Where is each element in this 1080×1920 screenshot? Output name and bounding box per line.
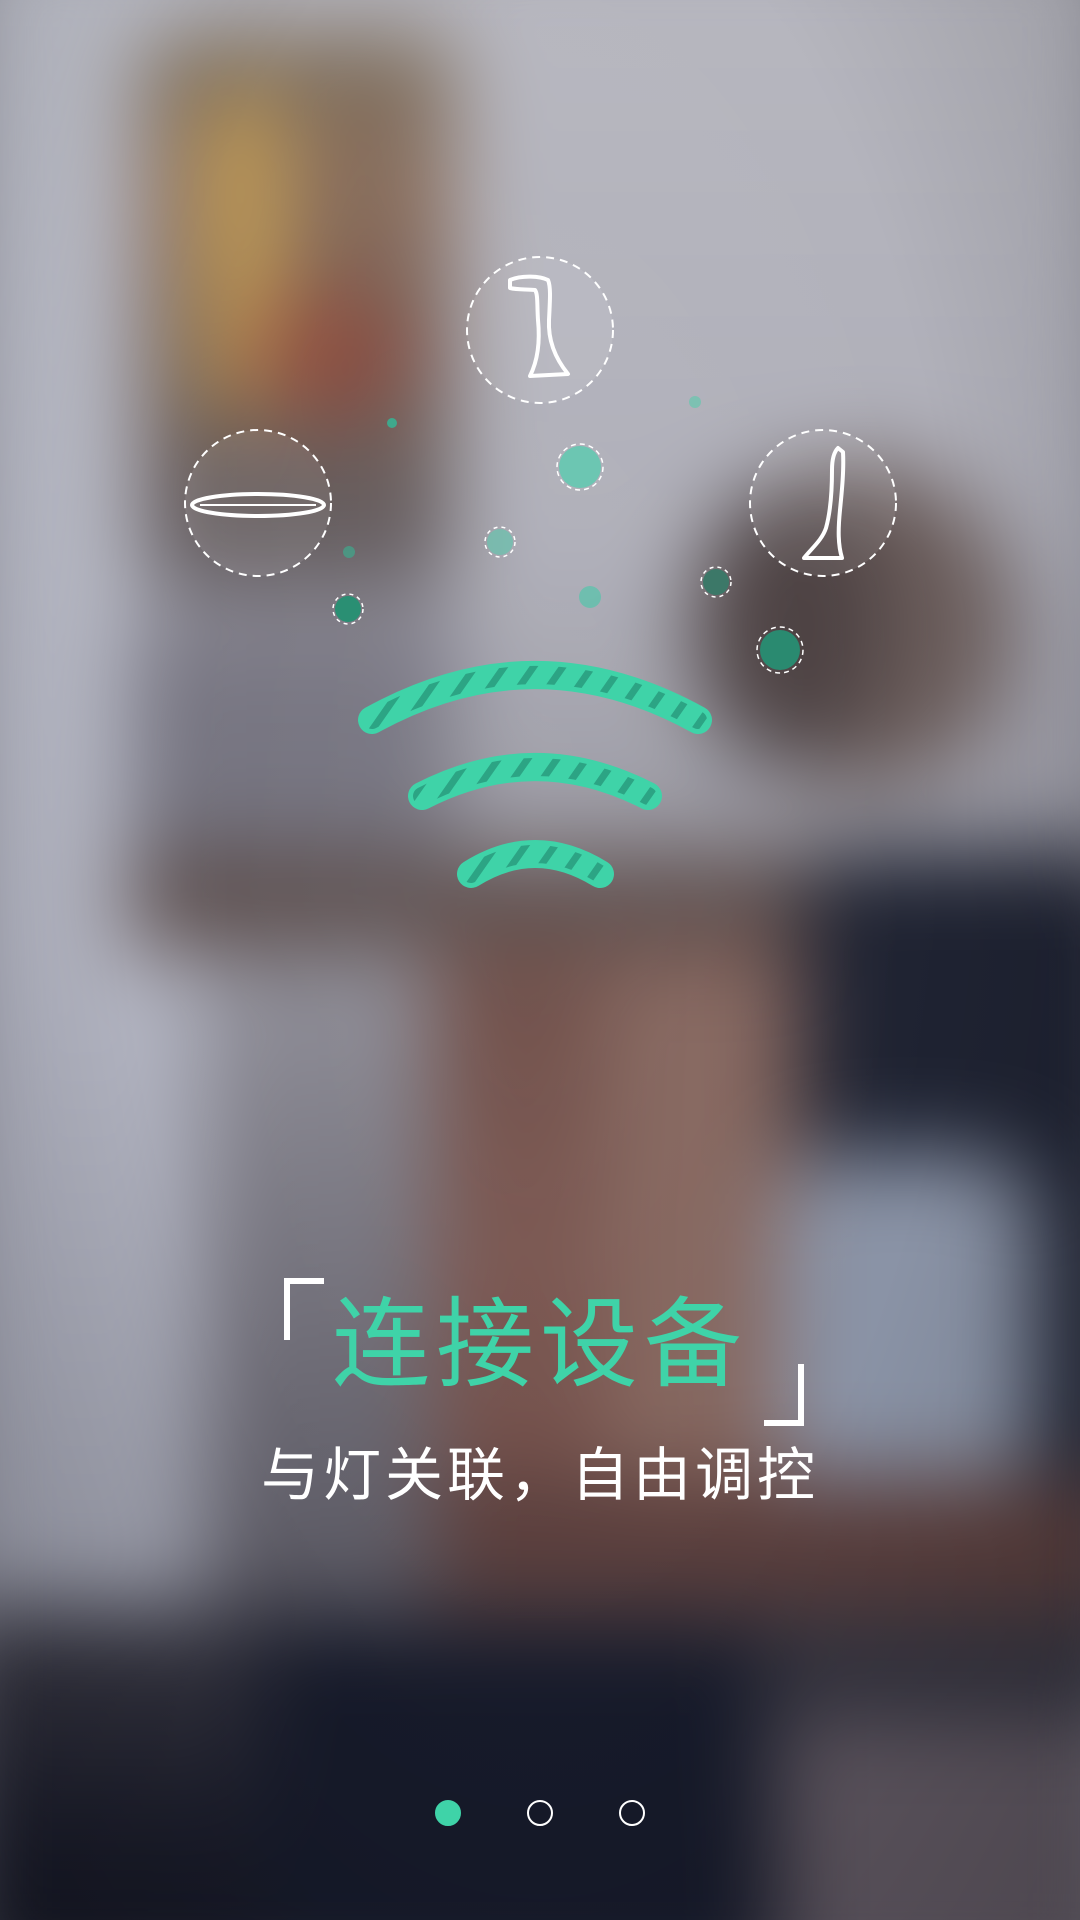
floating-particles <box>332 396 804 674</box>
page-title: 连接设备 <box>331 1288 748 1402</box>
page-dot-2[interactable] <box>527 1800 553 1826</box>
page-indicator <box>0 1800 1080 1830</box>
wifi-signal-icon <box>358 661 712 888</box>
ceiling-light-icon <box>184 429 332 577</box>
floor-lamp-icon <box>749 429 897 577</box>
onboarding-text-block: 连接设备 与灯关联，自由调控 <box>0 1260 1080 1520</box>
onboarding-screen: 连接设备 与灯关联，自由调控 <box>0 0 1080 1920</box>
desk-lamp-icon <box>466 256 614 404</box>
corner-bracket-close <box>764 1364 804 1426</box>
page-dot-1[interactable] <box>435 1800 461 1826</box>
connect-devices-illustration <box>184 256 897 888</box>
page-subtitle: 与灯关联，自由调控 <box>260 1441 819 1509</box>
page-dot-3[interactable] <box>619 1800 645 1826</box>
